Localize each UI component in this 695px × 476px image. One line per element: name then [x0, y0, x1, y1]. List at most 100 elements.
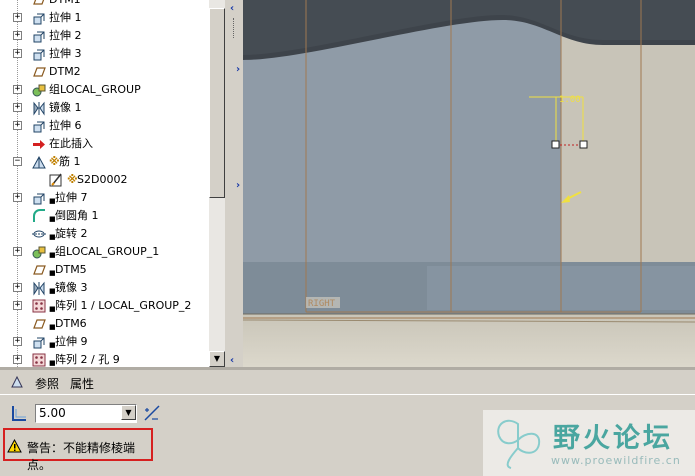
warning-text: 警告：不能精修棱端点。: [27, 441, 136, 472]
tree-scrollbar[interactable]: ▼: [209, 0, 225, 367]
expand-icon[interactable]: +: [13, 13, 22, 22]
thickness-icon: [12, 406, 26, 421]
watermark-url: www.proewildfire.cn: [551, 454, 681, 467]
tree-item[interactable]: ■ DTM6: [0, 315, 210, 333]
expand-right-icon[interactable]: ›: [236, 64, 240, 75]
tree-item[interactable]: ■ DTM5: [0, 261, 210, 279]
tree-item-label: 镜像 3: [55, 281, 88, 294]
extrude-icon: [33, 337, 45, 349]
tree-item-label: 拉伸 1: [49, 11, 82, 24]
drag-handle[interactable]: [579, 140, 588, 149]
tree-item-label: S2D0002: [77, 173, 128, 186]
tree-item-label: 旋转 2: [55, 227, 88, 240]
extrude-icon: [33, 31, 45, 43]
tree-item[interactable]: ■ 倒圆角 1: [0, 207, 210, 225]
tree-item-label: DTM5: [55, 263, 87, 276]
tree-scrollbar-thumb[interactable]: [209, 8, 225, 198]
tab-properties[interactable]: 属性: [70, 375, 94, 392]
tree-item[interactable]: + 镜像 1: [0, 99, 210, 117]
tree-item[interactable]: + ■ 镜像 3: [0, 279, 210, 297]
rib-feature-icon: [11, 375, 23, 388]
collapse-left-icon[interactable]: ‹: [230, 3, 234, 14]
collapse-left-icon[interactable]: ‹: [230, 355, 234, 366]
tree-item[interactable]: − ※ 筋 1: [0, 153, 210, 171]
tree-item-label: DTM2: [49, 65, 81, 78]
extrude-icon: [33, 49, 45, 61]
flip-direction-button[interactable]: [143, 404, 161, 422]
watermark-logo: [497, 419, 541, 469]
tree-item[interactable]: + ■ 阵列 2 / 孔 9: [0, 351, 210, 367]
tree-item[interactable]: + ■ 拉伸 7: [0, 189, 210, 207]
tab-references[interactable]: 参照: [35, 375, 59, 392]
tree-item-label: 镜像 1: [49, 101, 82, 114]
datum-plane-icon: [33, 0, 45, 5]
expand-icon[interactable]: +: [13, 283, 22, 292]
expand-right-icon[interactable]: ›: [236, 180, 240, 191]
tree-item[interactable]: + ■ 阵列 1 / LOCAL_GROUP_2: [0, 297, 210, 315]
tree-item[interactable]: + 拉伸 6: [0, 117, 210, 135]
tree-item[interactable]: ■ 旋转 2: [0, 225, 210, 243]
tree-item-label: 阵列 2 / 孔 9: [55, 353, 120, 366]
warning-message: 警告：不能精修棱端点。: [3, 428, 153, 472]
tree-item[interactable]: + ■ 拉伸 9: [0, 333, 210, 351]
model-view[interactable]: RIGHT 1.00: [243, 0, 695, 367]
expand-icon[interactable]: +: [13, 49, 22, 58]
expand-icon[interactable]: +: [13, 247, 22, 256]
tree-item[interactable]: DTM2: [0, 63, 210, 81]
tree-item[interactable]: 在此插入: [0, 135, 210, 153]
expand-icon[interactable]: +: [13, 301, 22, 310]
datum-plane-icon: [33, 319, 46, 329]
thickness-dropdown[interactable]: 5.00 ▼: [35, 404, 137, 423]
expand-icon[interactable]: +: [13, 85, 22, 94]
tree-item-label: 组LOCAL_GROUP: [49, 83, 141, 96]
sketch-icon: [49, 173, 62, 187]
tree-item-label: 阵列 1 / LOCAL_GROUP_2: [55, 299, 192, 312]
expand-icon[interactable]: +: [13, 355, 22, 364]
tree-item-label: 在此插入: [49, 137, 93, 150]
panel-splitter[interactable]: ‹ › › ‹: [228, 0, 243, 367]
tree-item[interactable]: + 拉伸 1: [0, 9, 210, 27]
tree-item-label: 筋 1: [59, 155, 81, 168]
warning-icon: [7, 439, 22, 453]
tree-item[interactable]: + ■ 组LOCAL_GROUP_1: [0, 243, 210, 261]
splitter-grip[interactable]: [233, 18, 237, 38]
extrude-icon: [33, 121, 45, 133]
tree-item[interactable]: + 拉伸 3: [0, 45, 210, 63]
watermark: 野火论坛 www.proewildfire.cn: [483, 410, 695, 476]
dashboard-tabs: 参照 属性: [0, 370, 695, 394]
tree-item[interactable]: + 组LOCAL_GROUP: [0, 81, 210, 99]
tree-item-label: 倒圆角 1: [55, 209, 99, 222]
graphics-window[interactable]: RIGHT 1.00: [243, 0, 695, 367]
group-icon: [32, 246, 46, 259]
watermark-name: 野火论坛: [553, 423, 673, 454]
right-plane-label: RIGHT: [308, 299, 336, 309]
tree-item-label: 拉伸 2: [49, 29, 82, 42]
round-icon: [33, 209, 45, 222]
collapse-icon[interactable]: −: [13, 157, 22, 166]
expand-icon[interactable]: +: [13, 31, 22, 40]
insert-here-arrow-icon: [33, 140, 45, 149]
tree-item-label: 拉伸 6: [49, 119, 82, 132]
tree-item-label: 拉伸 9: [55, 335, 88, 348]
tree-item-label: DTM6: [55, 317, 87, 330]
datum-plane-icon: [33, 265, 46, 275]
chevron-down-icon[interactable]: ▼: [121, 405, 136, 420]
tree-item[interactable]: DTM1: [0, 0, 210, 9]
expand-icon[interactable]: +: [13, 121, 22, 130]
extrude-icon: [33, 193, 45, 205]
tree-item-label: 拉伸 3: [49, 47, 82, 60]
expand-icon[interactable]: +: [13, 103, 22, 112]
tree-item-label: DTM1: [49, 0, 81, 7]
expand-icon[interactable]: +: [13, 337, 22, 346]
extrude-icon: [33, 13, 45, 25]
model-tree[interactable]: DTM1 + 拉伸 1 + 拉伸 2 + 拉伸 3 DTM2 + 组LOCAL_GROUP + 镜像 …: [0, 0, 225, 367]
drag-handle[interactable]: [551, 140, 560, 149]
datum-plane-icon: [33, 67, 46, 77]
tree-item[interactable]: ※ S2D0002: [0, 171, 210, 189]
thickness-value[interactable]: 5.00: [39, 406, 66, 420]
expand-icon[interactable]: +: [13, 193, 22, 202]
scroll-down-arrow-icon[interactable]: ▼: [209, 351, 225, 367]
tree-item[interactable]: + 拉伸 2: [0, 27, 210, 45]
tree-item-label: 拉伸 7: [55, 191, 88, 204]
dimension-value[interactable]: 1.00: [559, 95, 581, 105]
